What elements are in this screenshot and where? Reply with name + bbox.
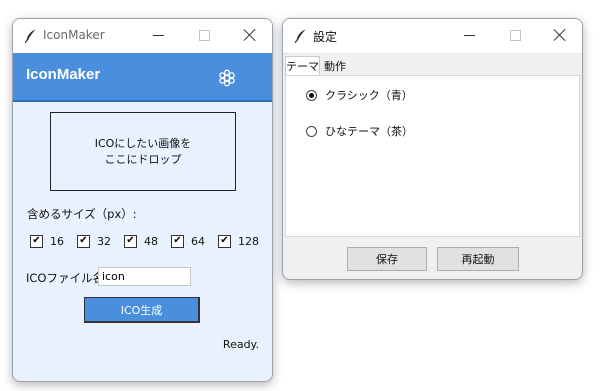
checkbox-check-icon[interactable]: ✔ xyxy=(218,234,231,248)
app-header: IconMaker xyxy=(13,53,272,102)
filename-input[interactable] xyxy=(98,267,191,286)
maximize-button[interactable] xyxy=(191,25,217,45)
tab-theme[interactable]: テーマ xyxy=(285,56,320,75)
drop-zone-line-2: ここにドロップ xyxy=(104,152,182,166)
close-button[interactable] xyxy=(237,25,263,45)
size-label: 32 xyxy=(97,234,111,248)
settings-window: 設定 テーマ 動作 クラシック（青） ひなテーマ（茶） 保存 再起動 xyxy=(282,18,583,280)
feather-icon xyxy=(24,29,36,44)
title-bar[interactable]: 設定 xyxy=(283,19,582,54)
size-checkbox-16[interactable]: ✔ 16 xyxy=(30,233,64,249)
size-checkbox-group: ✔ 16 ✔ 32 ✔ 48 ✔ 64 ✔ 128 xyxy=(30,233,272,249)
radio-button[interactable] xyxy=(306,89,317,101)
save-button[interactable]: 保存 xyxy=(347,247,427,271)
app-title: IconMaker xyxy=(26,66,101,83)
theme-option-classic[interactable]: クラシック（青） xyxy=(306,87,413,103)
minimize-button[interactable] xyxy=(145,25,171,45)
maximize-icon xyxy=(509,29,521,41)
radio-selected-dot xyxy=(309,92,314,98)
size-label: 64 xyxy=(191,234,205,248)
close-icon xyxy=(243,28,257,42)
theme-option-label: ひなテーマ（茶） xyxy=(325,125,413,138)
maximize-button[interactable] xyxy=(502,25,528,45)
minimize-icon xyxy=(152,34,164,36)
radio-button[interactable] xyxy=(306,125,317,137)
size-checkbox-48[interactable]: ✔ 48 xyxy=(124,233,158,249)
theme-option-label: クラシック（青） xyxy=(325,89,413,102)
minimize-icon xyxy=(463,34,475,36)
drop-zone[interactable]: ICOにしたい画像を ここにドロップ xyxy=(50,112,236,191)
checkbox-check-icon[interactable]: ✔ xyxy=(30,234,43,248)
size-checkbox-64[interactable]: ✔ 64 xyxy=(171,233,205,249)
checkbox-check-icon[interactable]: ✔ xyxy=(77,234,90,248)
close-button[interactable] xyxy=(547,25,573,45)
filename-label: ICOファイル名 xyxy=(26,271,104,285)
restart-button[interactable]: 再起動 xyxy=(437,247,519,271)
size-label: 128 xyxy=(238,234,259,248)
size-checkbox-32[interactable]: ✔ 32 xyxy=(77,233,111,249)
maximize-icon xyxy=(198,29,210,41)
sizes-label: 含めるサイズ（px）: xyxy=(27,207,137,221)
generate-ico-button[interactable]: ICO生成 xyxy=(84,297,200,323)
drop-zone-line-1: ICOにしたい画像を xyxy=(94,136,192,150)
close-icon xyxy=(553,28,567,42)
iconmaker-window: IconMaker IconMaker ICOにしたい画像を ここにドロップ 含… xyxy=(12,18,273,382)
minimize-button[interactable] xyxy=(456,25,482,45)
checkbox-check-icon[interactable]: ✔ xyxy=(124,234,137,248)
size-checkbox-128[interactable]: ✔ 128 xyxy=(218,233,259,249)
feather-icon xyxy=(294,29,306,44)
tab-behavior[interactable]: 動作 xyxy=(320,58,350,74)
size-label: 16 xyxy=(50,234,64,248)
checkbox-check-icon[interactable]: ✔ xyxy=(171,234,184,248)
size-label: 48 xyxy=(144,234,158,248)
gear-icon[interactable] xyxy=(217,68,237,88)
window-title: IconMaker xyxy=(43,28,105,42)
status-text: Ready. xyxy=(222,338,259,351)
title-bar[interactable]: IconMaker xyxy=(13,19,272,53)
theme-tab-panel: クラシック（青） ひなテーマ（茶） xyxy=(285,75,580,237)
window-title: 設定 xyxy=(313,30,338,44)
tab-strip: テーマ 動作 xyxy=(283,56,582,75)
theme-option-hina[interactable]: ひなテーマ（茶） xyxy=(306,123,413,139)
